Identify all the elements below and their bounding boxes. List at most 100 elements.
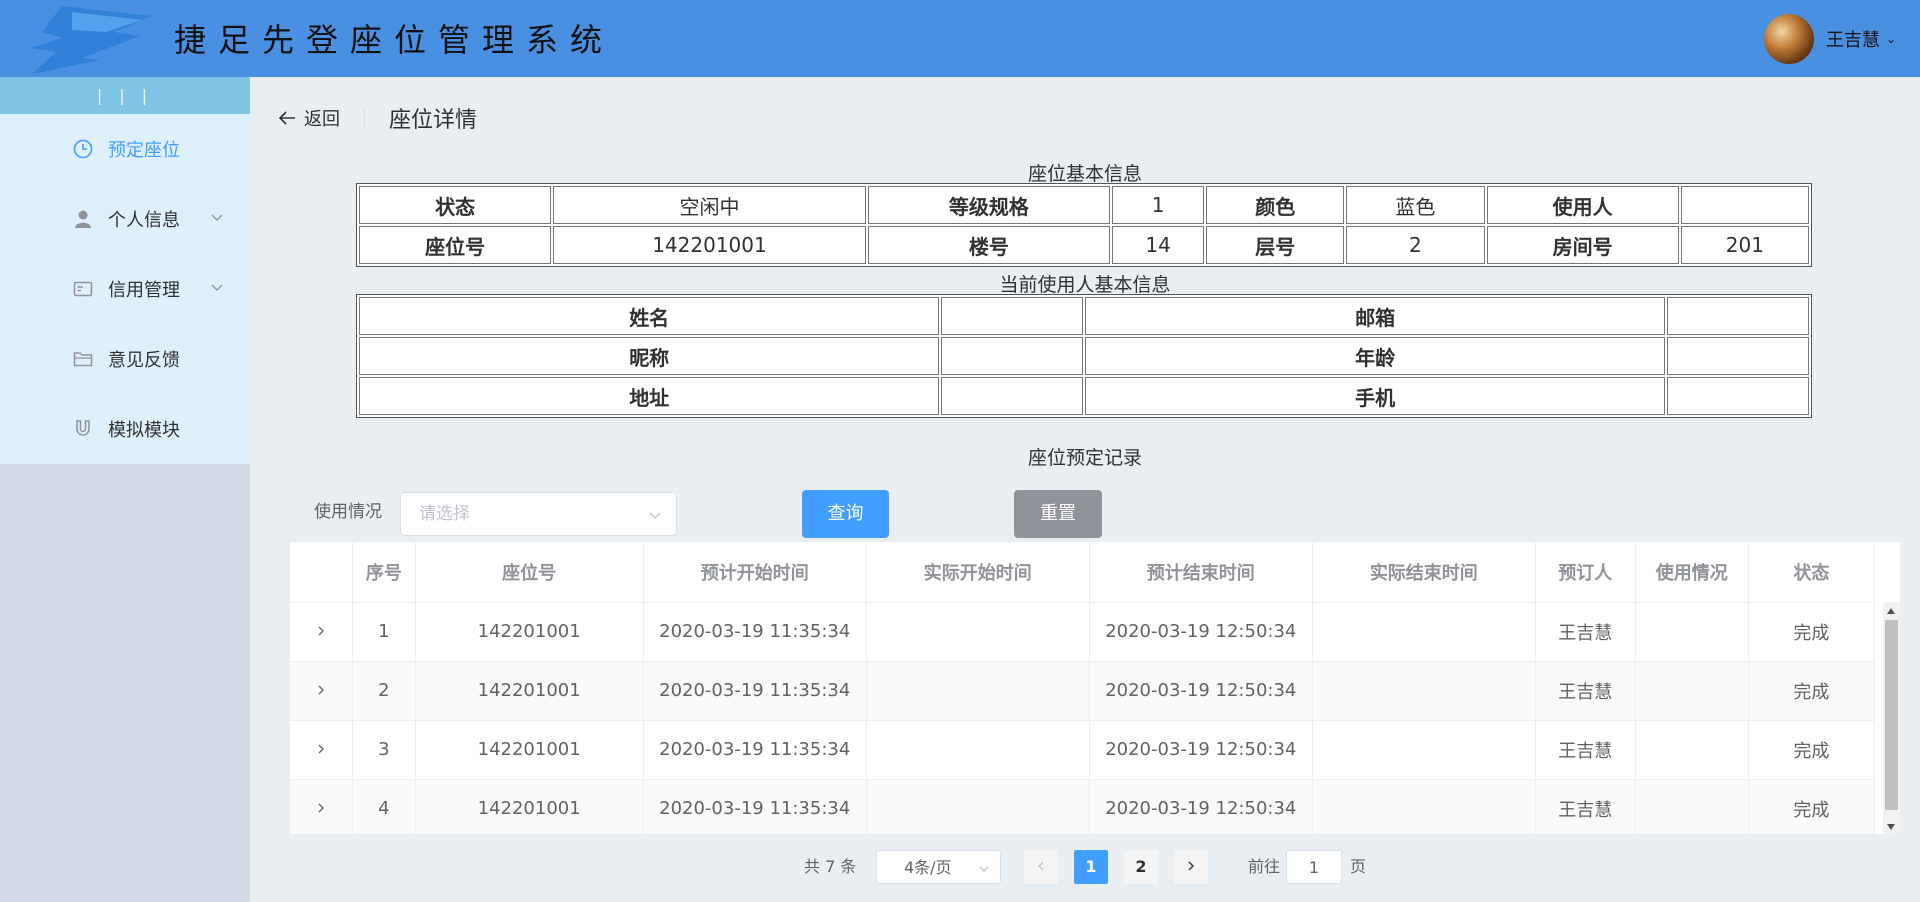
chevron-right-icon[interactable]	[315, 743, 327, 755]
prev-page-button[interactable]	[1024, 850, 1058, 884]
column-header-seat-number: 座位号	[415, 542, 644, 603]
cell-index: 2	[352, 661, 416, 721]
nickname-value	[941, 337, 1083, 375]
sidebar-item-simulation[interactable]: 模拟模块	[0, 394, 250, 464]
magnet-icon	[72, 418, 94, 440]
chevron-right-icon	[1188, 861, 1194, 871]
cell-planned-end: 2020-03-19 12:50:34	[1089, 602, 1313, 662]
user-menu[interactable]: 王吉慧 ⌄	[1763, 14, 1896, 64]
name-label: 姓名	[359, 297, 940, 335]
chevron-right-icon[interactable]	[315, 684, 327, 696]
table-row: 1 142201001 2020-03-19 11:35:34 2020-03-…	[290, 602, 1876, 662]
seat-color-value: 蓝色	[1346, 186, 1485, 224]
folder-icon	[72, 348, 94, 370]
table-row: 姓名 邮箱	[359, 297, 1809, 335]
chevron-down-icon[interactable]: ⌄	[1886, 32, 1896, 46]
expand-row-toggle[interactable]	[290, 720, 354, 780]
cell-actual-end	[1312, 602, 1536, 662]
seat-number-value: 142201001	[553, 226, 866, 264]
back-button[interactable]: 返回	[278, 105, 340, 131]
credit-card-icon	[72, 278, 94, 300]
table-scrollbar[interactable]	[1883, 602, 1900, 834]
user-icon	[72, 208, 94, 230]
column-header-expand	[290, 542, 354, 603]
cell-seat-number: 142201001	[415, 720, 644, 780]
expand-row-toggle[interactable]	[290, 779, 354, 834]
table-row: 状态 空闲中 等级规格 1 颜色 蓝色 使用人	[359, 186, 1809, 224]
cell-usage	[1635, 779, 1749, 834]
column-header-usage: 使用情况	[1635, 542, 1749, 603]
column-header-actual-end: 实际结束时间	[1312, 542, 1536, 603]
table-row: 地址 手机	[359, 377, 1809, 415]
records-title: 座位预定记录	[1027, 447, 1142, 469]
cell-index: 1	[352, 602, 416, 662]
cell-seat-number: 142201001	[415, 602, 644, 662]
chevron-down-icon	[979, 866, 989, 872]
floor-value: 2	[1346, 226, 1485, 264]
address-label: 地址	[359, 377, 940, 415]
goto-label: 前往	[1248, 857, 1281, 876]
sidebar-item-credit-management[interactable]: 信用管理	[0, 254, 250, 324]
pagination-total: 共 7 条	[804, 857, 857, 876]
chevron-right-icon[interactable]	[315, 625, 327, 637]
page-1-button[interactable]: 1	[1074, 850, 1108, 884]
page-suffix-label: 页	[1350, 857, 1367, 876]
sidebar-item-label: 个人信息	[108, 210, 180, 231]
cell-planned-start: 2020-03-19 11:35:34	[643, 720, 867, 780]
scroll-up-arrow-icon[interactable]	[1887, 608, 1895, 614]
column-header-booker: 预订人	[1535, 542, 1636, 603]
sidebar-item-feedback[interactable]: 意见反馈	[0, 324, 250, 394]
reset-button[interactable]: 重置	[1014, 490, 1102, 538]
usage-select[interactable]: 请选择	[400, 492, 677, 536]
cell-actual-start	[866, 779, 1090, 834]
user-info-table: 姓名 邮箱 昵称 年龄 地址 手机	[356, 294, 1812, 418]
room-value: 201	[1680, 226, 1809, 264]
cell-seat-number: 142201001	[415, 661, 644, 721]
sidebar-item-personal-info[interactable]: 个人信息	[0, 184, 250, 254]
email-label: 邮箱	[1084, 297, 1666, 335]
email-value	[1667, 297, 1809, 335]
table-row: 4 142201001 2020-03-19 11:35:34 2020-03-…	[290, 779, 1876, 834]
cell-booker: 王吉慧	[1535, 779, 1636, 834]
cell-status: 完成	[1748, 661, 1876, 721]
chevron-down-icon[interactable]	[210, 280, 224, 294]
name-value	[941, 297, 1083, 335]
expand-row-toggle[interactable]	[290, 661, 354, 721]
table-row: 3 142201001 2020-03-19 11:35:34 2020-03-…	[290, 720, 1876, 780]
usage-filter-label: 使用情况	[314, 502, 382, 522]
username[interactable]: 王吉慧	[1826, 26, 1880, 52]
age-label: 年龄	[1084, 337, 1666, 375]
query-button[interactable]: 查询	[802, 490, 889, 538]
cell-booker: 王吉慧	[1535, 720, 1636, 780]
cell-actual-start	[866, 720, 1090, 780]
divider	[364, 108, 365, 128]
next-page-button[interactable]	[1174, 850, 1208, 884]
expand-row-toggle[interactable]	[290, 602, 354, 662]
cell-index: 4	[352, 779, 416, 834]
sidebar-item-label: 模拟模块	[108, 420, 180, 441]
clock-icon	[72, 138, 94, 160]
chevron-down-icon[interactable]	[210, 210, 224, 224]
main-content: 返回 座位详情 座位基本信息 状态 空闲中 等级规格 1 颜色 蓝色 使用人 座…	[250, 77, 1920, 902]
age-value	[1667, 337, 1809, 375]
page-2-button[interactable]: 2	[1124, 850, 1158, 884]
phone-value	[1667, 377, 1809, 415]
column-header-planned-end: 预计结束时间	[1089, 542, 1313, 603]
cell-usage	[1635, 602, 1749, 662]
chevron-right-icon[interactable]	[315, 802, 327, 814]
goto-page-input[interactable]: 1	[1286, 850, 1342, 884]
column-header-planned-start: 预计开始时间	[643, 542, 867, 603]
sidebar-collapse-toggle[interactable]: | | |	[0, 77, 250, 114]
cell-booker: 王吉慧	[1535, 602, 1636, 662]
sidebar-menu: 预定座位 个人信息 信用管理 意见反馈 模拟模块	[0, 114, 250, 464]
scrollbar-thumb[interactable]	[1885, 620, 1898, 810]
sidebar-item-reserve-seat[interactable]: 预定座位	[0, 114, 250, 184]
seat-level-value: 1	[1112, 186, 1205, 224]
cell-usage	[1635, 661, 1749, 721]
building-label: 楼号	[867, 226, 1111, 264]
column-header-index: 序号	[352, 542, 416, 603]
cell-planned-end: 2020-03-19 12:50:34	[1089, 720, 1313, 780]
page-size-select[interactable]: 4条/页	[876, 850, 1001, 884]
scroll-down-arrow-icon[interactable]	[1887, 824, 1895, 830]
avatar[interactable]	[1763, 14, 1814, 64]
